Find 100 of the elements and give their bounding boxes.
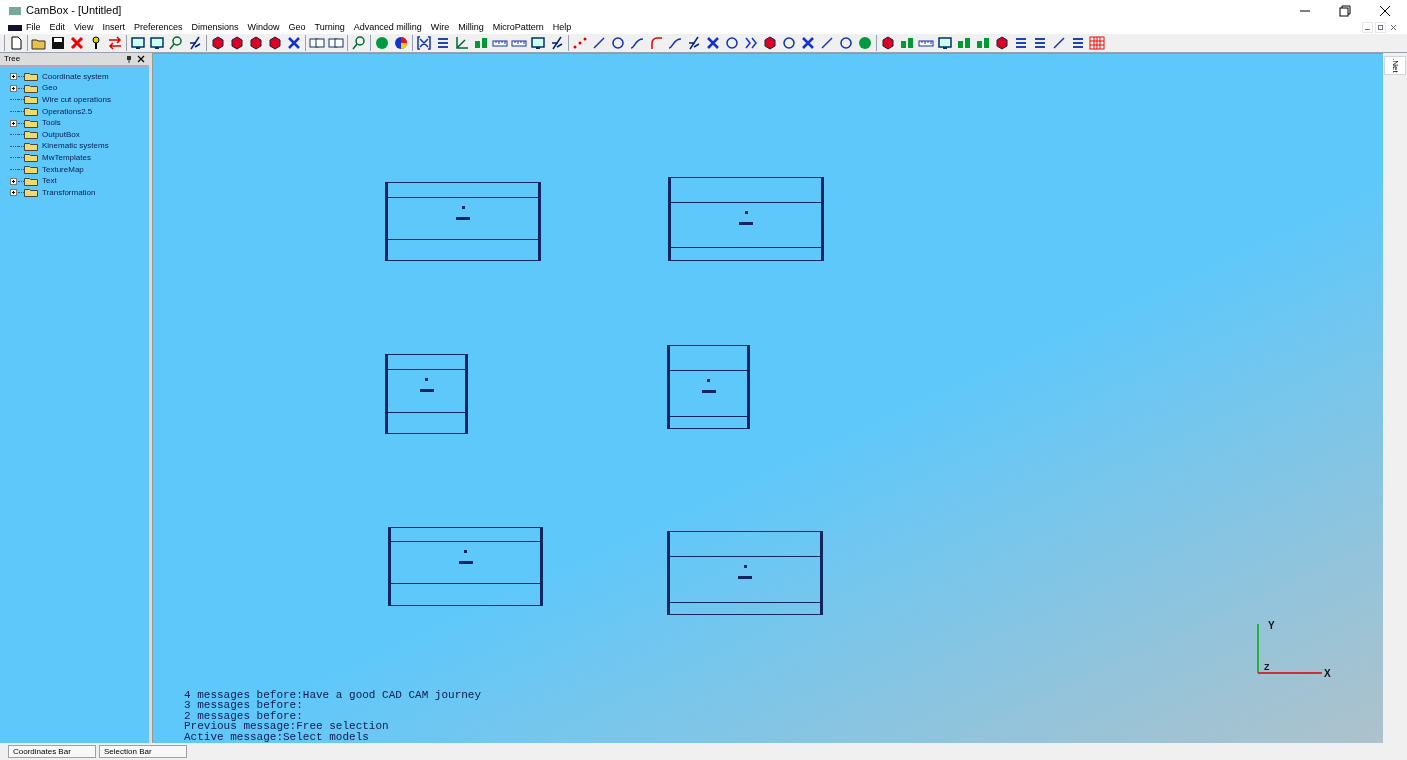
cube-icon[interactable] [762,35,778,51]
menu-item[interactable]: Milling [458,20,484,35]
block-model[interactable] [385,182,541,261]
cube-icon[interactable] [994,35,1010,51]
folder-icon [24,165,38,175]
axes-icon[interactable] [454,35,470,51]
tree-item[interactable]: Coordinate system [42,70,109,83]
line-icon[interactable] [819,35,835,51]
line-icon[interactable] [1051,35,1067,51]
monitor-icon[interactable] [937,35,953,51]
message-line: 2 messages before: [184,710,304,722]
new-document-icon[interactable] [8,35,24,51]
block-model[interactable] [667,531,823,615]
block-model[interactable] [388,527,543,606]
curve-icon[interactable] [629,35,645,51]
arc-icon[interactable] [648,35,664,51]
menu-item[interactable]: Dimensions [191,20,239,35]
circle-icon[interactable] [724,35,740,51]
status-bar-tab[interactable]: Selection Bar [99,745,187,758]
folder-icon [24,95,38,105]
cross-arrows-icon[interactable] [800,35,816,51]
circle-icon[interactable] [610,35,626,51]
tool-icon[interactable] [549,35,565,51]
window-title: CamBox - [Untitled] [26,3,122,19]
save-icon[interactable] [50,35,66,51]
panel-title: Tree [4,53,22,65]
tree-item[interactable]: Kinematic systems [42,140,109,153]
tree-item[interactable]: Wire cut operations [42,94,111,106]
menu-item[interactable]: Help [552,20,572,35]
monitor-icon[interactable] [149,35,165,51]
circle-icon[interactable] [781,35,797,51]
message-line: 4 messages before:Have a good CAD CAM journey [184,689,482,701]
expand-icon[interactable] [10,177,17,185]
monitor-icon[interactable] [130,35,146,51]
stripes-icon[interactable] [1070,35,1086,51]
tree-item[interactable]: Tools [42,117,61,130]
tree-item[interactable]: Geo [42,82,58,95]
cube-icon[interactable] [267,35,283,51]
expand-icon[interactable] [10,73,17,81]
close-icon[interactable] [137,55,145,63]
cross-arrows-icon[interactable] [286,35,302,51]
circle-icon[interactable] [838,35,854,51]
probe-icon[interactable] [168,35,184,51]
block-model[interactable] [385,354,468,434]
status-bar-tab[interactable]: Coordinates Bar [8,745,96,758]
menu-item[interactable]: Advanced milling [353,20,422,35]
menu-item[interactable]: View [74,20,94,35]
cube-icon[interactable] [229,35,245,51]
chevrons-icon[interactable] [743,35,759,51]
menu-item[interactable]: Edit [49,20,66,35]
stripes-icon[interactable] [1013,35,1029,51]
cube-icon[interactable] [248,35,264,51]
tool-icon[interactable] [686,35,702,51]
bracket-icon[interactable] [416,35,432,51]
message-line: Previous message:Free selection [184,721,390,732]
cube-icon[interactable] [880,35,896,51]
expand-icon[interactable] [10,84,17,92]
tree-item[interactable]: TextureMap [42,163,84,176]
block-model[interactable] [668,177,824,261]
side-tab[interactable]: .Net [1384,56,1406,75]
stripes-icon[interactable] [435,35,451,51]
copy-icon[interactable] [328,35,344,51]
monitor-icon[interactable] [530,35,546,51]
restore-icon[interactable] [1339,4,1351,17]
grid-icon[interactable] [1089,35,1105,51]
copy-icon[interactable] [309,35,325,51]
swap-arrows-icon[interactable] [107,35,123,51]
expand-icon[interactable] [10,119,17,127]
child-minimize-icon[interactable] [1362,22,1373,33]
curve-icon[interactable] [667,35,683,51]
child-restore-icon[interactable] [1375,22,1386,33]
probe-icon[interactable] [351,35,367,51]
tree-item[interactable]: Transformation [42,186,96,199]
close-icon[interactable] [1379,4,1391,17]
tree-item[interactable]: OutputBox [42,128,80,141]
dotted-line-icon[interactable] [572,35,588,51]
sphere-icon[interactable] [374,35,390,51]
menu-item[interactable]: Wire [430,20,450,35]
cross-arrows-icon[interactable] [705,35,721,51]
menu-item[interactable]: Window [247,20,280,35]
menu-item[interactable]: Turning [314,20,345,35]
line-icon[interactable] [591,35,607,51]
stripes-icon[interactable] [1032,35,1048,51]
child-close-icon[interactable] [1388,22,1399,33]
message-line: Active message:Select models [184,731,370,742]
cube-icon[interactable] [210,35,226,51]
menu-item[interactable]: File [26,20,41,35]
menu-item[interactable]: Geo [288,20,306,35]
block-model[interactable] [667,345,750,429]
folder-icon [24,176,38,186]
pie-icon[interactable] [393,35,409,51]
tree-item[interactable]: Operations2.5 [42,105,93,118]
menu-item[interactable]: Preferences [133,20,183,35]
expand-icon[interactable] [10,189,17,197]
menu-item[interactable]: MicroPattern [492,20,544,35]
menu-item[interactable]: Insert [102,20,125,35]
tree-item[interactable]: Text [42,175,57,188]
pin-icon[interactable] [125,55,133,63]
tool-icon[interactable] [187,35,203,51]
tree-item[interactable]: MwTemplates [42,151,91,164]
